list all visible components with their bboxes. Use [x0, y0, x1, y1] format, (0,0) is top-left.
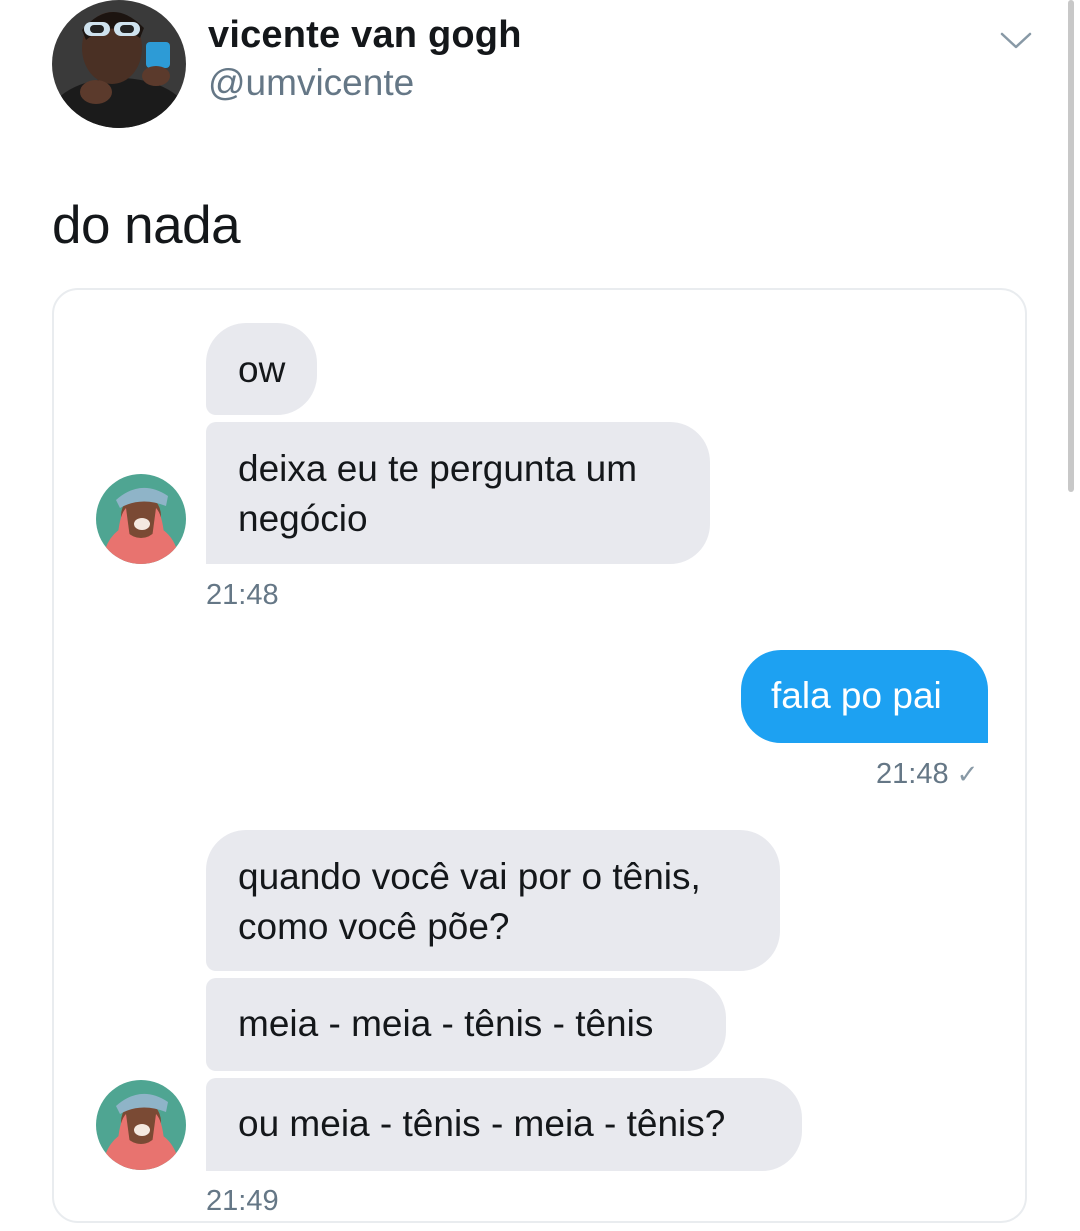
sender-avatar[interactable]	[96, 474, 186, 564]
message-text: deixa eu te pergunta um negócio	[238, 448, 638, 539]
display-name[interactable]: vicente van gogh	[208, 14, 522, 57]
scrollbar[interactable]	[1068, 0, 1074, 492]
user-handle[interactable]: @umvicente	[208, 62, 414, 104]
chevron-down-icon[interactable]	[998, 26, 1034, 54]
message-bubble: deixa eu te pergunta um negócio	[206, 422, 710, 564]
message-bubble-outgoing: fala po pai	[741, 650, 988, 743]
message-text: fala po pai	[771, 675, 942, 716]
message-text: ou meia - tênis - meia - tênis?	[238, 1103, 726, 1144]
message-timestamp: 21:48	[206, 579, 279, 611]
profile-avatar[interactable]	[52, 0, 186, 128]
message-text: quando você vai por o tênis, como você p…	[238, 856, 701, 947]
message-bubble: ow	[206, 323, 318, 415]
message-bubble: ou meia - tênis - meia - tênis?	[206, 1078, 802, 1171]
sender-avatar[interactable]	[96, 1080, 186, 1170]
message-timestamp: 21:49	[206, 1185, 279, 1217]
message-text: ow	[238, 349, 286, 390]
media-card[interactable]: ow deixa eu te pergunta um negócio 21:48…	[52, 288, 1027, 1223]
tweet-text: do nada	[52, 196, 241, 255]
read-check-icon: ✓	[956, 759, 979, 789]
message-text: meia - meia - tênis - tênis	[238, 1003, 654, 1044]
message-bubble: quando você vai por o tênis, como você p…	[206, 830, 780, 971]
message-timestamp: 21:48 ✓	[876, 758, 979, 790]
message-bubble: meia - meia - tênis - tênis	[206, 978, 726, 1071]
